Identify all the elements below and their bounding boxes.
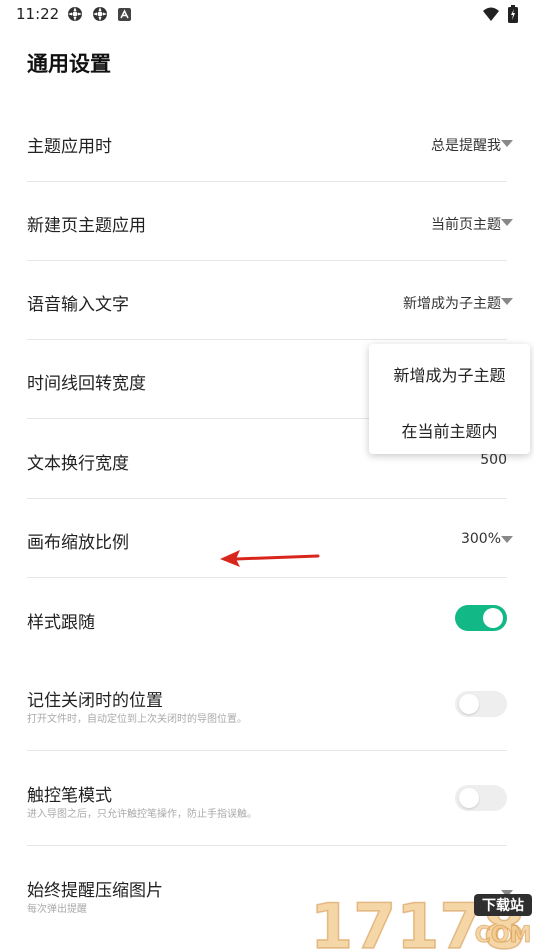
setting-value[interactable]: 当前页主题 [431, 214, 501, 234]
setting-theme-apply[interactable]: 主题应用时 总是提醒我 [0, 102, 534, 182]
chevron-down-icon [501, 140, 513, 147]
menu-item-add-child[interactable]: 新增成为子主题 [369, 362, 530, 386]
style-follow-toggle[interactable] [455, 605, 507, 631]
setting-sublabel: 进入导图之后，只允许触控笔操作，防止手指误触。 [27, 809, 257, 820]
gear-icon [93, 7, 107, 21]
watermark-badge: 下载站 [482, 897, 524, 914]
setting-style-follow[interactable]: 样式跟随 [0, 578, 534, 658]
setting-label: 画布缩放比例 [27, 533, 129, 553]
chevron-down-icon [501, 536, 513, 543]
setting-label: 新建页主题应用 [27, 216, 146, 236]
setting-sublabel: 每次弹出提醒 [27, 904, 87, 915]
setting-label: 文本换行宽度 [27, 454, 129, 474]
toggle-knob [483, 608, 503, 628]
watermark-domain: COM [475, 923, 532, 948]
gear-icon [68, 7, 82, 21]
menu-item-in-current[interactable]: 在当前主题内 [369, 418, 530, 442]
chevron-down-icon [501, 219, 513, 226]
setting-value[interactable]: 500 [480, 452, 507, 468]
page-title: 通用设置 [27, 52, 111, 76]
setting-label: 主题应用时 [27, 137, 112, 157]
setting-value[interactable]: 300% [461, 531, 501, 547]
battery-icon [508, 5, 518, 23]
dropdown-menu: 新增成为子主题 在当前主题内 [369, 344, 530, 454]
setting-label: 记住关闭时的位置 [27, 691, 163, 711]
setting-sublabel: 打开文件时，自动定位到上次关闭时的导图位置。 [27, 714, 247, 725]
setting-label: 语音输入文字 [27, 295, 129, 315]
app-icon [118, 8, 131, 21]
setting-label: 始终提醒压缩图片 [27, 881, 163, 901]
setting-stylus-mode[interactable]: 触控笔模式 进入导图之后，只允许触控笔操作，防止手指误触。 [0, 751, 534, 845]
setting-new-page-theme[interactable]: 新建页主题应用 当前页主题 [0, 182, 534, 260]
status-time: 11:22 [16, 5, 60, 23]
chevron-down-icon [501, 298, 513, 305]
setting-label: 样式跟随 [27, 613, 95, 633]
toggle-knob [459, 694, 479, 714]
wifi-icon [483, 7, 499, 21]
red-arrow-annotation [220, 550, 320, 567]
setting-label: 时间线回转宽度 [27, 374, 146, 394]
status-bar: 11:22 [0, 0, 534, 28]
setting-remember-position[interactable]: 记住关闭时的位置 打开文件时，自动定位到上次关闭时的导图位置。 [0, 658, 534, 750]
toggle-knob [459, 788, 479, 808]
watermark-logo: 17178 下载站 COM [309, 890, 532, 950]
remember-position-toggle[interactable] [455, 691, 507, 717]
setting-voice-input[interactable]: 语音输入文字 新增成为子主题 [0, 261, 534, 339]
stylus-mode-toggle[interactable] [455, 785, 507, 811]
setting-value[interactable]: 总是提醒我 [431, 135, 501, 155]
setting-label: 触控笔模式 [27, 786, 112, 806]
setting-value[interactable]: 新增成为子主题 [403, 293, 501, 313]
